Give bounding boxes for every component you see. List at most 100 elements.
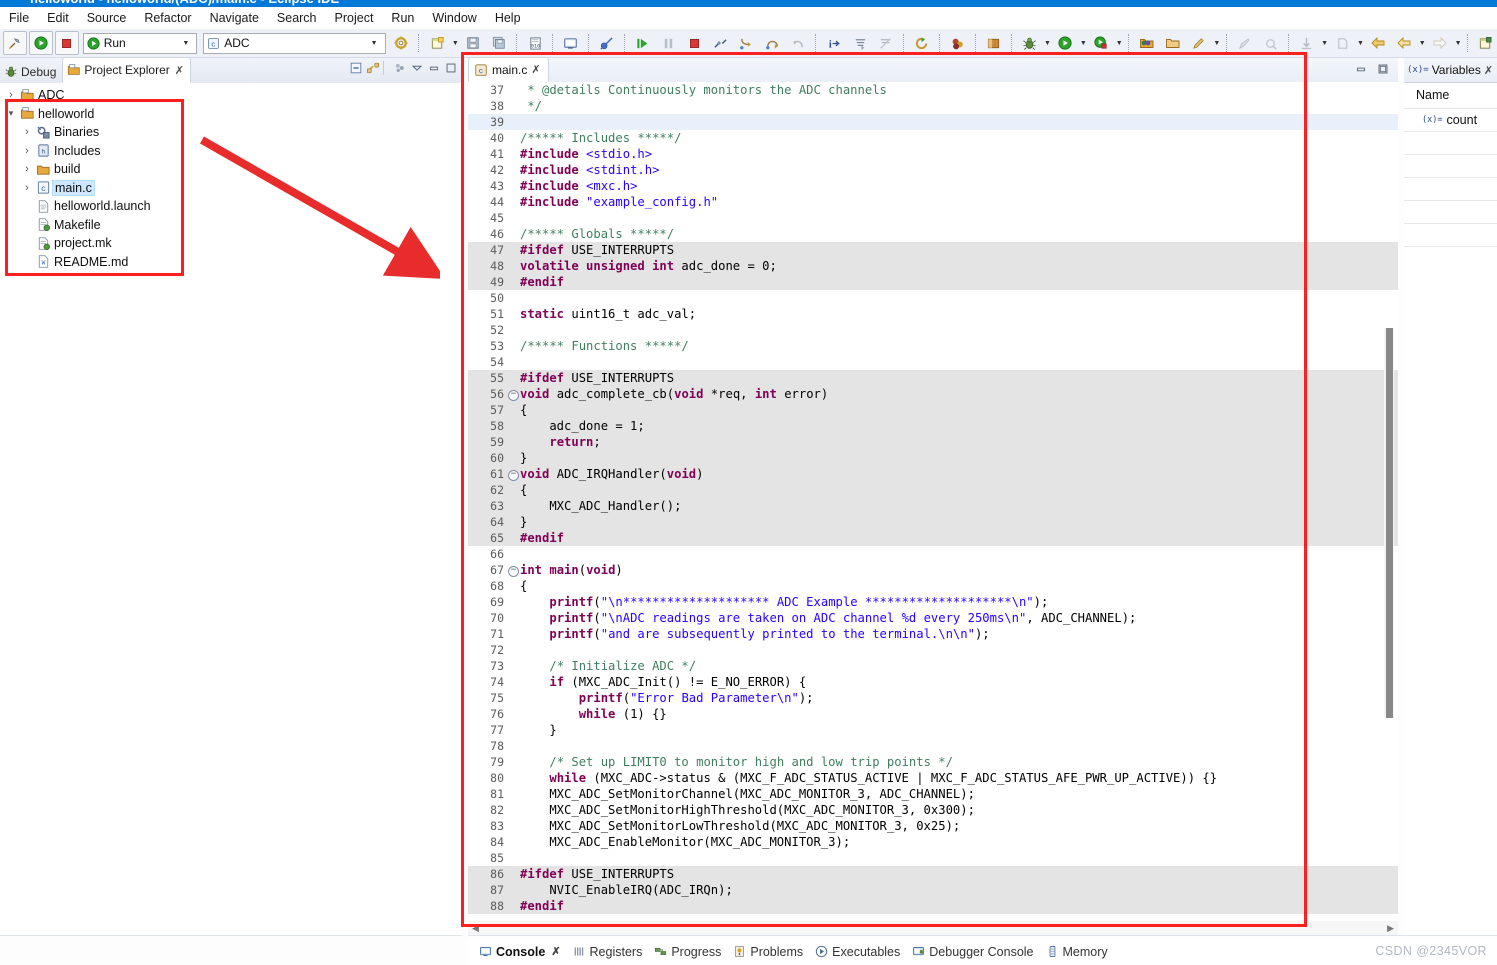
code-line[interactable]: 74 if (MXC_ADC_Init() != E_NO_ERROR) { [468, 674, 1398, 690]
save-icon[interactable] [461, 31, 485, 55]
chevron-down-icon[interactable]: ▼ [366, 40, 383, 47]
pencil-dropdown-icon[interactable]: ▼ [1212, 32, 1222, 54]
code-line[interactable]: 57 { [468, 402, 1398, 418]
debug-dropdown-icon[interactable]: ▼ [1043, 32, 1053, 54]
new-file-dropdown-icon[interactable]: ▼ [450, 32, 460, 54]
menu-search[interactable]: Search [268, 9, 326, 27]
code-line[interactable]: 77 } [468, 722, 1398, 738]
tree-item-makefile[interactable]: Makefile [0, 216, 462, 235]
chevron-down-icon[interactable]: ▼ [177, 40, 194, 47]
save-all-icon[interactable] [487, 31, 511, 55]
source-code-view[interactable]: 37 * @details Continuously monitors the … [468, 82, 1398, 920]
code-line[interactable]: 73 /* Initialize ADC */ [468, 658, 1398, 674]
code-line[interactable]: 60} [468, 450, 1398, 466]
code-line[interactable]: 59 return; [468, 434, 1398, 450]
code-line[interactable]: 71 printf("and are subsequently printed … [468, 626, 1398, 642]
open-type-icon[interactable] [1135, 31, 1159, 55]
close-icon[interactable]: ✗ [551, 945, 560, 958]
console-view-icon[interactable] [559, 31, 583, 55]
tree-item-adc[interactable]: › ADC [0, 86, 462, 105]
menu-project[interactable]: Project [326, 9, 383, 27]
code-line[interactable]: 53 /***** Functions *****/ [468, 338, 1398, 354]
code-line[interactable]: 52 [468, 322, 1398, 338]
new-file-icon[interactable] [425, 31, 449, 55]
last-edit-dropdown-icon[interactable]: ▼ [1320, 32, 1330, 54]
view-menu-icon[interactable] [410, 61, 424, 75]
code-line[interactable]: 76 while (1) {} [468, 706, 1398, 722]
disconnect-icon[interactable] [709, 31, 733, 55]
chevron-right-icon[interactable]: › [20, 163, 34, 175]
code-line[interactable]: 70 printf("\nADC readings are taken on A… [468, 610, 1398, 626]
suspend-icon[interactable] [657, 31, 681, 55]
binary-view-icon[interactable]: 010 [523, 31, 547, 55]
open-declaration-dropdown-icon[interactable]: ▼ [1355, 32, 1365, 54]
drop-to-frame-icon[interactable] [848, 31, 872, 55]
fold-collapse-icon[interactable]: − [508, 386, 519, 402]
code-line[interactable]: 40 /***** Includes *****/ [468, 130, 1398, 146]
use-step-filters-icon[interactable] [874, 31, 898, 55]
coverage-dropdown-icon[interactable]: ▼ [1114, 32, 1124, 54]
terminate-icon[interactable] [54, 31, 79, 55]
code-line[interactable]: 58 adc_done = 1; [468, 418, 1398, 434]
launch-settings-gear-icon[interactable] [390, 31, 414, 55]
launch-mode-combo[interactable]: Run ▼ [82, 32, 198, 54]
tree-item-main-c[interactable]: › c main.c [0, 179, 462, 198]
tab-project-explorer[interactable]: Project Explorer ✗ [62, 57, 191, 83]
back-dropdown-icon[interactable]: ▼ [1417, 32, 1427, 54]
new-window-icon[interactable] [1474, 31, 1497, 55]
code-line[interactable]: 61− void ADC_IRQHandler(void) [468, 466, 1398, 482]
tab-variables[interactable]: (x)= Variables ✗ [1404, 58, 1497, 83]
code-line[interactable]: 54 [468, 354, 1398, 370]
code-line[interactable]: 50 [468, 290, 1398, 306]
next-annotation-icon[interactable] [1259, 31, 1283, 55]
pencil-icon[interactable] [1187, 31, 1211, 55]
run-as-icon[interactable] [1053, 31, 1077, 55]
code-line[interactable]: 44 #include "example_config.h" [468, 194, 1398, 210]
code-line[interactable]: 83 MXC_ADC_SetMonitorLowThreshold(MXC_AD… [468, 818, 1398, 834]
stop-icon[interactable] [683, 31, 707, 55]
close-icon[interactable]: ✗ [531, 63, 540, 76]
package-icon[interactable] [946, 31, 970, 55]
forward-icon[interactable] [1428, 31, 1452, 55]
tree-item-build[interactable]: › build [0, 160, 462, 179]
chevron-right-icon[interactable]: › [4, 89, 18, 101]
fold-collapse-icon[interactable]: − [508, 466, 519, 482]
project-explorer-tree[interactable]: › ADC ▾ helloworld › Binaries › h Includes › build… [0, 83, 462, 936]
code-line[interactable]: 55 #ifdef USE_INTERRUPTS [468, 370, 1398, 386]
code-line[interactable]: 56− void adc_complete_cb(void *req, int e… [468, 386, 1398, 402]
menu-edit[interactable]: Edit [38, 9, 78, 27]
code-line[interactable]: 37 * @details Continuously monitors the … [468, 82, 1398, 98]
bottom-tab-console[interactable]: Console ✗ [474, 945, 566, 959]
back-icon[interactable] [1366, 31, 1390, 55]
chevron-right-icon[interactable]: › [20, 182, 34, 194]
bottom-tab-executables[interactable]: Executables [810, 945, 905, 959]
bottom-tab-memory[interactable]: Memory [1041, 945, 1113, 959]
menu-window[interactable]: Window [423, 9, 485, 27]
bottom-tab-progress[interactable]: Progress [649, 945, 726, 959]
code-line[interactable]: 81 MXC_ADC_SetMonitorChannel(MXC_ADC_MON… [468, 786, 1398, 802]
scrollbar-thumb[interactable] [1386, 328, 1393, 718]
editor-horizontal-scrollbar[interactable]: ◀ ▶ [468, 921, 1398, 936]
tree-item-binaries[interactable]: › Binaries [0, 123, 462, 142]
menu-navigate[interactable]: Navigate [201, 9, 268, 27]
code-line[interactable]: 51 static uint16_t adc_val; [468, 306, 1398, 322]
code-line[interactable]: 43 #include <mxc.h> [468, 178, 1398, 194]
fold-collapse-icon[interactable]: − [508, 562, 519, 578]
open-resource-icon[interactable] [1161, 31, 1185, 55]
code-line[interactable]: 86 #ifdef USE_INTERRUPTS [468, 866, 1398, 882]
menu-help[interactable]: Help [486, 9, 530, 27]
menu-run[interactable]: Run [382, 9, 423, 27]
code-line[interactable]: 64} [468, 514, 1398, 530]
previous-annotation-icon[interactable] [1233, 31, 1257, 55]
chevron-down-icon[interactable]: ▾ [4, 108, 18, 119]
code-line[interactable]: 82 MXC_ADC_SetMonitorHighThreshold(MXC_A… [468, 802, 1398, 818]
editor-vertical-scrollbar[interactable] [1384, 328, 1394, 718]
launch-config-combo[interactable]: c ADC ▼ [203, 32, 386, 54]
tree-item-readme-md[interactable]: W README.md [0, 253, 462, 272]
build-hammer-icon[interactable] [3, 31, 27, 55]
maximize-icon[interactable] [1376, 62, 1390, 76]
menu-refactor[interactable]: Refactor [135, 9, 200, 27]
tree-item-project-mk[interactable]: project.mk [0, 234, 462, 253]
code-line[interactable]: 38 */ [468, 98, 1398, 114]
open-declaration-icon[interactable] [1331, 31, 1355, 55]
